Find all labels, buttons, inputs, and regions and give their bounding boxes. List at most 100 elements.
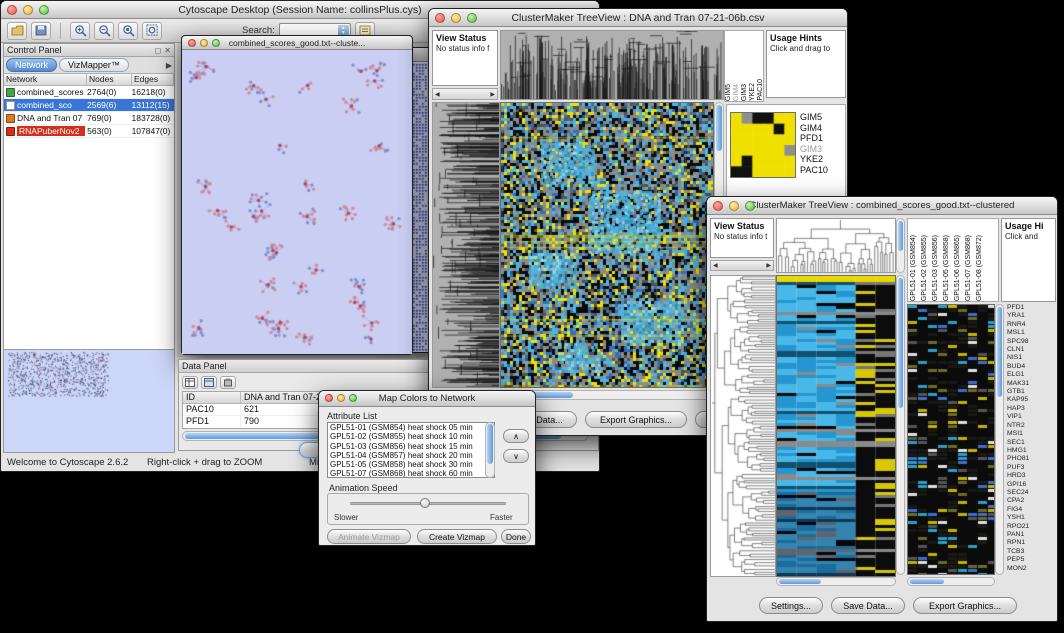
gene-label[interactable]: PAC10 [800, 165, 828, 176]
column-label[interactable]: GPL51-01 (GSM854) [910, 235, 918, 301]
network-canvas[interactable] [182, 50, 412, 354]
col-network[interactable]: Network [4, 74, 87, 85]
heatmap-vscrollbar[interactable] [896, 275, 905, 575]
gene-label[interactable]: NTR2 [1007, 422, 1055, 430]
gene-label[interactable]: BUD4 [1007, 363, 1055, 371]
minimize-icon[interactable] [200, 39, 208, 47]
gene-label[interactable]: SEC24 [1007, 489, 1055, 497]
close-panel-icon[interactable]: ✕ [164, 46, 171, 55]
network-row-combined-sco-selected[interactable]: combined_sco 2569(6) 13112(15) [4, 99, 174, 112]
attribute-list-item[interactable]: GPL51-02 (GSM855) heat shock 10 min [328, 432, 494, 441]
gene-label[interactable]: RPN1 [1007, 539, 1055, 547]
zoom-window-icon[interactable] [467, 13, 477, 23]
column-label[interactable]: GPL51-05 (GSM858) [943, 235, 951, 301]
column-label[interactable]: GPL51-08 (GSM872) [976, 235, 984, 301]
gene-label[interactable]: HRD3 [1007, 472, 1055, 480]
gene-label[interactable]: MON2 [1007, 565, 1055, 573]
column-label[interactable]: GIM4 [733, 84, 741, 101]
scroll-left-icon[interactable]: ◀ [435, 91, 440, 98]
clear-attributes-icon[interactable] [220, 376, 236, 389]
col-edges[interactable]: Edges [132, 74, 174, 85]
float-panel-icon[interactable]: ◻ [155, 46, 162, 55]
expression-heatmap-canvas[interactable] [908, 305, 994, 574]
gene-label[interactable]: YRA1 [1007, 312, 1055, 320]
gene-label[interactable]: ELG1 [1007, 371, 1055, 379]
tab-vizmapper[interactable]: VizMapper™ [59, 58, 129, 72]
minimize-icon[interactable] [337, 394, 345, 402]
scroll-right-icon[interactable]: ▶ [490, 91, 495, 98]
gene-label[interactable]: RPO21 [1007, 523, 1055, 531]
gene-label[interactable]: PUF3 [1007, 464, 1055, 472]
minimize-icon[interactable] [451, 13, 461, 23]
close-icon[interactable] [7, 5, 17, 15]
column-label[interactable]: GIM3 [741, 84, 749, 101]
row-dendrogram-canvas[interactable] [711, 276, 775, 576]
animate-vizmap-button[interactable]: Animate Vizmap [327, 529, 411, 544]
treeview2-titlebar[interactable]: ClusterMaker TreeView : combined_scores_… [707, 197, 1057, 215]
zoom-window-icon[interactable] [349, 394, 357, 402]
dendro-vscrollbar[interactable] [896, 218, 905, 273]
open-session-icon[interactable] [7, 22, 27, 40]
gene-label[interactable]: PFD1 [1007, 304, 1055, 312]
gene-label[interactable]: CPA2 [1007, 497, 1055, 505]
attribute-list-item[interactable]: GPL51-01 (GSM854) heat shock 05 min [328, 423, 494, 432]
col-id[interactable]: ID [183, 392, 241, 403]
select-attributes-icon[interactable] [182, 376, 198, 389]
treeview1-titlebar[interactable]: ClusterMaker TreeView : DNA and Tran 07-… [429, 9, 847, 27]
gene-label[interactable]: TCB3 [1007, 548, 1055, 556]
gene-label[interactable]: GPI16 [1007, 481, 1055, 489]
column-dendrogram-canvas[interactable] [501, 31, 723, 99]
network-view-titlebar[interactable]: combined_scores_good.txt--cluste... [182, 36, 412, 50]
gene-label[interactable]: PEP5 [1007, 556, 1055, 564]
done-button[interactable]: Done [501, 529, 531, 544]
zoom-selected-icon[interactable] [118, 22, 138, 40]
gene-label[interactable]: HMG1 [1007, 447, 1055, 455]
move-down-button[interactable]: ∨ [503, 449, 529, 463]
gene-label[interactable]: KAP95 [1007, 396, 1055, 404]
gene-label[interactable]: FIG4 [1007, 506, 1055, 514]
dialog-titlebar[interactable]: Map Colors to Network [319, 391, 535, 407]
col-nodes[interactable]: Nodes [87, 74, 132, 85]
zoom-window-icon[interactable] [212, 39, 220, 47]
dendro-hscroll[interactable]: ◀ ▶ [710, 260, 774, 271]
gene-label[interactable]: SPC98 [1007, 338, 1055, 346]
gene-label[interactable]: YKE2 [800, 154, 828, 165]
attribute-list-item[interactable]: GPL51-03 (GSM856) heat shock 15 min [328, 442, 494, 451]
gene-label[interactable]: PFD1 [800, 133, 828, 144]
heatmap-canvas[interactable] [501, 103, 713, 387]
column-label[interactable]: GPL51-06 (GSM865) [954, 235, 962, 301]
gene-label[interactable]: GTB1 [1007, 388, 1055, 396]
gene-label[interactable]: RNR4 [1007, 321, 1055, 329]
correlation-matrix-canvas[interactable] [731, 113, 795, 177]
export-graphics-button[interactable]: Export Graphics... [913, 597, 1017, 614]
gene-label[interactable]: YSH1 [1007, 514, 1055, 522]
gene-label[interactable]: PAN1 [1007, 531, 1055, 539]
attribute-list-item[interactable]: GPL51-04 (GSM857) heat shock 20 min [328, 451, 494, 460]
gene-label[interactable]: GIM5 [800, 112, 828, 123]
attribute-list-scrollbar[interactable] [485, 422, 495, 478]
gene-label[interactable]: VIP1 [1007, 413, 1055, 421]
column-label[interactable]: PAC10 [757, 79, 764, 101]
close-icon[interactable] [325, 394, 333, 402]
column-label[interactable]: GPL51-03 (GSM856) [932, 235, 940, 301]
zoom-fit-icon[interactable] [142, 22, 162, 40]
create-vizmap-button[interactable]: Create Vizmap [417, 529, 497, 544]
row-dendrogram-canvas[interactable] [433, 103, 499, 387]
zoom-out-icon[interactable] [94, 22, 114, 40]
heatmap-canvas[interactable] [777, 276, 895, 576]
zoom-window-icon[interactable] [745, 201, 755, 211]
attribute-list[interactable]: GPL51-01 (GSM854) heat shock 05 minGPL51… [327, 422, 495, 478]
column-label[interactable]: GPL51-07 (GSM868) [965, 235, 973, 301]
network-row-rnapubernov2[interactable]: RNAPuberNov2 563(0) 107847(0) [4, 125, 174, 138]
tab-overflow-icon[interactable]: ▶ [166, 61, 172, 70]
network-overview-canvas[interactable] [4, 350, 174, 452]
speed-slider-thumb[interactable] [420, 498, 430, 508]
select-all-attributes-icon[interactable] [201, 376, 217, 389]
gene-label[interactable]: MSL1 [1007, 329, 1055, 337]
column-dendrogram-canvas[interactable] [777, 219, 895, 272]
gene-label[interactable]: CLN1 [1007, 346, 1055, 354]
minimize-icon[interactable] [23, 5, 33, 15]
gene-label[interactable]: GIM3 [800, 144, 828, 155]
attribute-list-item[interactable]: GPL51-07 (GSM868) heat shock 60 min [328, 469, 494, 478]
gene-label[interactable]: HAP3 [1007, 405, 1055, 413]
